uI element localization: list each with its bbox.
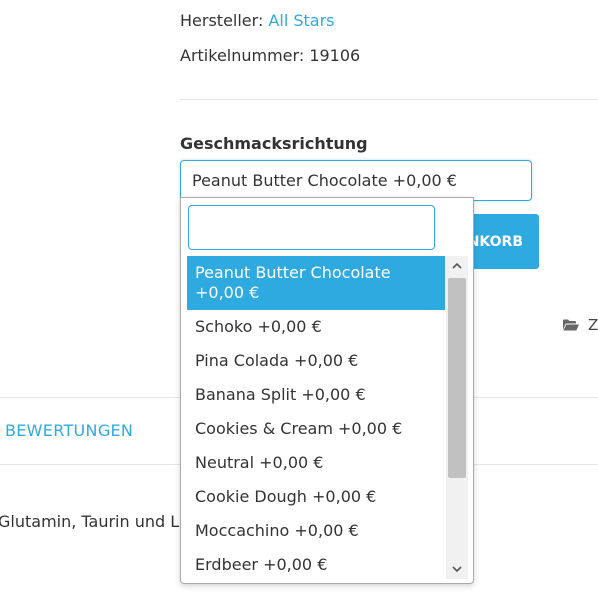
category-link-label: Z bbox=[588, 316, 598, 334]
dropdown-option[interactable]: Cookies & Cream +0,00 € bbox=[187, 412, 445, 446]
dropdown-option[interactable]: Moccachino +0,00 € bbox=[187, 514, 445, 548]
dropdown-option[interactable]: Erdbeer +0,00 € bbox=[187, 548, 445, 582]
tab-reviews[interactable]: BEWERTUNGEN bbox=[5, 421, 133, 440]
dropdown-option[interactable]: Neutral +0,00 € bbox=[187, 446, 445, 480]
manufacturer-line: Hersteller: All Stars bbox=[180, 11, 335, 30]
manufacturer-link[interactable]: All Stars bbox=[268, 11, 334, 30]
variant-select[interactable]: Peanut Butter Chocolate +0,00 € bbox=[180, 160, 532, 201]
dropdown-option-label: Peanut Butter Chocolate +0,00 € bbox=[195, 263, 391, 302]
sku-value: 19106 bbox=[309, 46, 361, 65]
category-link[interactable]: Z bbox=[562, 316, 598, 334]
variant-select-value: Peanut Butter Chocolate +0,00 € bbox=[192, 171, 457, 190]
sku-line: Artikelnummer: 19106 bbox=[180, 46, 360, 65]
dropdown-option-label: Cookies & Cream +0,00 € bbox=[195, 419, 403, 438]
dropdown-scrollbar-thumb[interactable] bbox=[448, 278, 466, 478]
dropdown-option[interactable]: Pina Colada +0,00 € bbox=[187, 344, 445, 378]
variant-label: Geschmacksrichtung bbox=[180, 134, 368, 153]
dropdown-option[interactable]: Peanut Butter Chocolate +0,00 € bbox=[187, 256, 445, 310]
dropdown-search-input[interactable] bbox=[188, 205, 435, 250]
dropdown-scrollbar[interactable] bbox=[446, 256, 468, 579]
dropdown-option-label: Schoko +0,00 € bbox=[195, 317, 322, 336]
variant-dropdown: Peanut Butter Chocolate +0,00 € Schoko +0… bbox=[180, 197, 474, 584]
dropdown-option-label: Cookie Dough +0,00 € bbox=[195, 487, 377, 506]
divider bbox=[180, 99, 598, 100]
dropdown-option[interactable]: Banana Split +0,00 € bbox=[187, 378, 445, 412]
sku-label: Artikelnummer: bbox=[180, 46, 305, 65]
folder-open-icon bbox=[562, 318, 580, 332]
dropdown-option-label: Neutral +0,00 € bbox=[195, 453, 324, 472]
dropdown-option[interactable]: Cookie Dough +0,00 € bbox=[187, 480, 445, 514]
dropdown-option-label: Banana Split +0,00 € bbox=[195, 385, 366, 404]
chevron-up-icon[interactable] bbox=[446, 256, 468, 276]
dropdown-option[interactable]: Schoko +0,00 € bbox=[187, 310, 445, 344]
dropdown-option-label: Pina Colada +0,00 € bbox=[195, 351, 359, 370]
manufacturer-label: Hersteller: bbox=[180, 11, 264, 30]
dropdown-option-label: Moccachino +0,00 € bbox=[195, 521, 359, 540]
dropdown-option-label: Erdbeer +0,00 € bbox=[195, 555, 328, 574]
product-page: Hersteller: All Stars Artikelnummer: 191… bbox=[0, 0, 598, 600]
dropdown-option-list: Peanut Butter Chocolate +0,00 € Schoko +0… bbox=[187, 256, 445, 582]
chevron-down-icon[interactable] bbox=[446, 559, 468, 579]
description-text: Glutamin, Taurin und L bbox=[0, 512, 180, 531]
